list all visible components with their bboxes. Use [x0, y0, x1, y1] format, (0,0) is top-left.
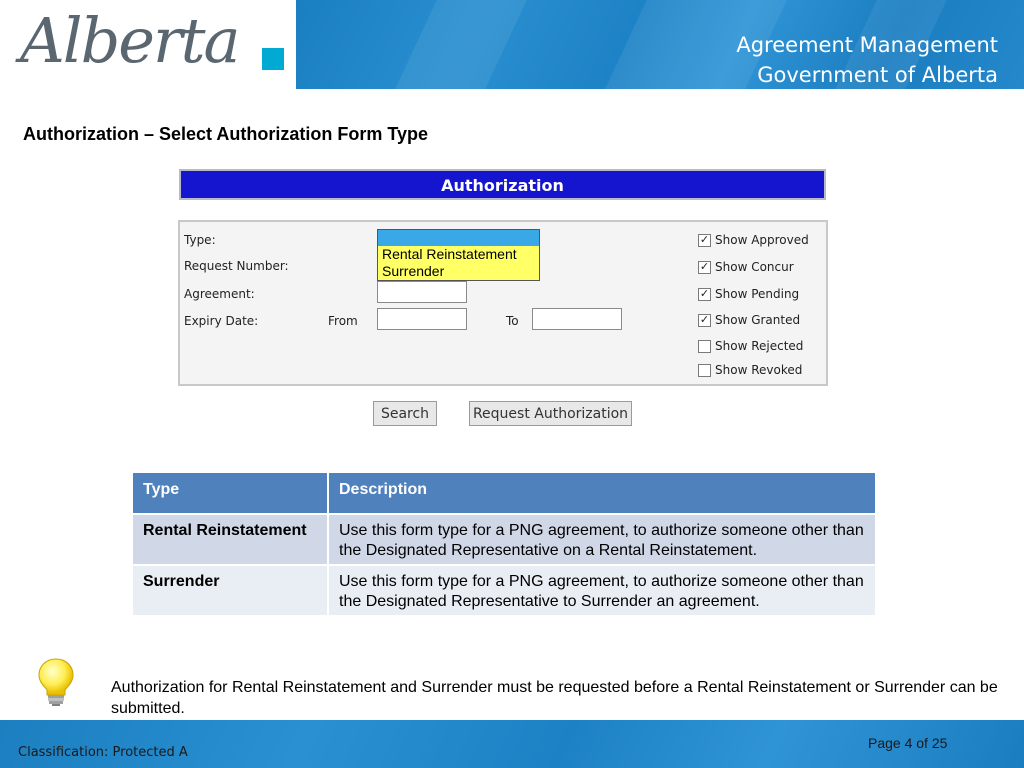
table-header-description: Description: [329, 473, 875, 513]
show-concur-row[interactable]: ✓ Show Concur: [698, 260, 794, 274]
table-cell-type: Surrender: [133, 566, 327, 615]
banner-title: Agreement Management Government of Alber…: [736, 30, 998, 90]
type-label: Type:: [184, 233, 216, 247]
show-revoked-row[interactable]: Show Revoked: [698, 363, 802, 377]
checkbox-label: Show Pending: [715, 287, 800, 301]
checkbox-unchecked-icon[interactable]: [698, 363, 711, 377]
show-pending-row[interactable]: ✓ Show Pending: [698, 287, 799, 301]
alberta-logo: Alberta: [0, 0, 296, 89]
dropdown-option-surrender[interactable]: Surrender: [378, 263, 539, 280]
table-cell-description: Use this form type for a PNG agreement, …: [329, 515, 875, 564]
checkbox-checked-icon[interactable]: ✓: [698, 287, 711, 301]
dropdown-option-rental-reinstatement[interactable]: Rental Reinstatement: [378, 246, 539, 263]
agreement-input[interactable]: [377, 281, 467, 303]
show-rejected-row[interactable]: Show Rejected: [698, 339, 803, 353]
checkbox-checked-icon[interactable]: ✓: [698, 313, 711, 327]
tip-text: Authorization for Rental Reinstatement a…: [111, 679, 998, 717]
banner-title-line2: Government of Alberta: [757, 63, 998, 87]
table-header-type: Type: [133, 473, 327, 513]
expiry-to-input[interactable]: [532, 308, 622, 330]
dropdown-blank-option[interactable]: [378, 230, 539, 246]
authorization-title-bar: Authorization: [179, 169, 826, 200]
lightbulb-icon: [38, 658, 74, 706]
search-button[interactable]: Search: [373, 401, 437, 426]
checkbox-label: Show Approved: [715, 233, 809, 247]
header-banner: Agreement Management Government of Alber…: [296, 0, 1024, 89]
checkbox-label: Show Granted: [715, 313, 801, 327]
authorization-title: Authorization: [441, 176, 564, 195]
checkbox-checked-icon[interactable]: ✓: [698, 233, 711, 247]
show-approved-row[interactable]: ✓ Show Approved: [698, 233, 809, 247]
logo-square-icon: [262, 48, 284, 70]
classification-label: Classification: Protected A: [18, 745, 188, 760]
banner-title-line1: Agreement Management: [736, 33, 998, 57]
expiry-from-input[interactable]: [377, 308, 467, 330]
show-granted-row[interactable]: ✓ Show Granted: [698, 313, 800, 327]
table-cell-type: Rental Reinstatement: [133, 515, 327, 564]
expiry-date-label: Expiry Date:: [184, 314, 259, 328]
checkbox-label: Show Revoked: [715, 363, 803, 377]
request-number-label: Request Number:: [184, 259, 289, 273]
checkbox-label: Show Rejected: [715, 339, 804, 353]
to-label: To: [506, 314, 519, 328]
from-label: From: [328, 314, 358, 328]
checkbox-unchecked-icon[interactable]: [698, 339, 711, 353]
checkbox-checked-icon[interactable]: ✓: [698, 260, 711, 274]
page-number: Page 4 of 25: [868, 735, 948, 751]
checkbox-label: Show Concur: [715, 260, 794, 274]
slide-heading: Authorization – Select Authorization For…: [23, 124, 429, 144]
agreement-label: Agreement:: [184, 287, 255, 301]
table-cell-description: Use this form type for a PNG agreement, …: [329, 566, 875, 615]
request-authorization-button[interactable]: Request Authorization: [469, 401, 632, 426]
logo-wordmark: Alberta: [20, 4, 240, 77]
type-dropdown[interactable]: Rental Reinstatement Surrender: [377, 229, 540, 281]
